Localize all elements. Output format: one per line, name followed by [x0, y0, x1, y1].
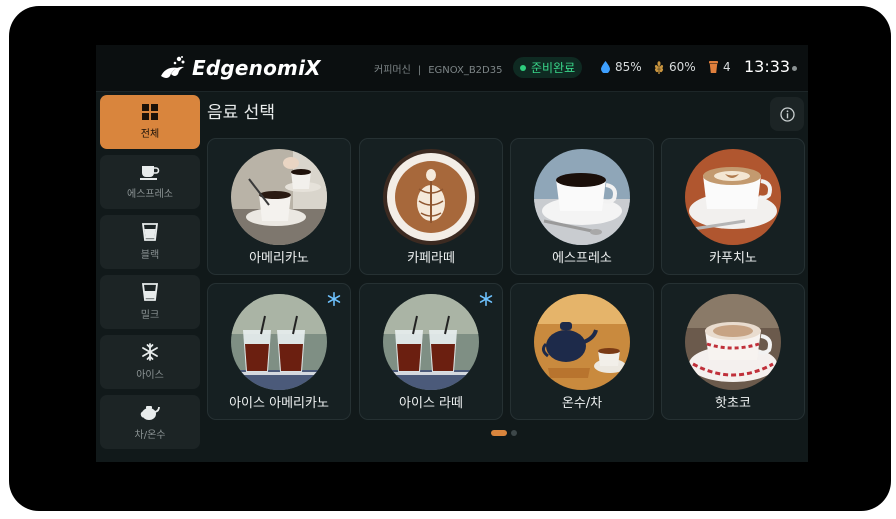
drink-name: 핫초코: [715, 396, 751, 411]
sidebar-item-label: 에스프레소: [127, 189, 173, 200]
sidebar-item-label: 블랙: [140, 250, 160, 261]
hot-chocolate-image: [685, 294, 781, 390]
device-type: 커피머신: [374, 65, 411, 76]
drink-card-cappuccino[interactable]: 카푸치노: [661, 138, 805, 275]
water-level: 85%: [601, 60, 642, 74]
cup-icon: [709, 61, 718, 73]
iced-snowflake-icon: [327, 292, 341, 306]
iced-latte-image: [383, 294, 479, 390]
drink-name: 카페라떼: [407, 251, 455, 266]
drink-card-iced-americano[interactable]: 아이스 아메리카노: [207, 283, 351, 420]
sidebar-item-label: 전체: [140, 129, 160, 140]
cup-count-value: 4: [723, 60, 731, 74]
cappuccino-image: [685, 149, 781, 245]
drink-name: 에스프레소: [552, 251, 612, 266]
espresso-cup-icon: [140, 166, 160, 180]
info-button[interactable]: [770, 97, 804, 131]
sidebar-item-label: 아이스: [136, 370, 164, 381]
page-dot[interactable]: [511, 430, 517, 436]
bean-level: 60%: [654, 60, 696, 74]
drink-name: 아이스 아메리카노: [229, 396, 329, 411]
cup-count: 4: [709, 60, 731, 74]
teapot-icon: [140, 406, 160, 420]
brand-logo: EdgenomiX: [158, 54, 321, 82]
sidebar-item-label: 밀크: [140, 310, 160, 321]
sidebar-item-tea[interactable]: 차/온수: [100, 395, 200, 449]
drink-name: 카푸치노: [709, 251, 757, 266]
page-dot-active[interactable]: [491, 430, 507, 436]
sidebar-item-espresso[interactable]: 에스프레소: [100, 155, 200, 209]
page-title: 음료 선택: [207, 103, 275, 123]
drink-card-hot-water-tea[interactable]: 온수/차: [510, 283, 654, 420]
drink-name: 아이스 라떼: [399, 396, 463, 411]
bean-level-value: 60%: [669, 60, 696, 74]
milk-cup-icon: [142, 283, 158, 301]
drink-card-cafe-latte[interactable]: 카페라떼: [359, 138, 503, 275]
wheat-icon: [654, 60, 664, 74]
espresso-image: [534, 149, 630, 245]
drink-card-americano[interactable]: 아메리카노: [207, 138, 351, 275]
water-drop-icon: [601, 61, 610, 73]
grid-icon: [142, 104, 158, 120]
drink-card-espresso[interactable]: 에스프레소: [510, 138, 654, 275]
info-icon: [779, 106, 795, 122]
water-level-value: 85%: [615, 60, 642, 74]
americano-image: [231, 149, 327, 245]
device-info: 커피머신 | EGNOX_B2D35: [374, 65, 503, 76]
sidebar-item-all[interactable]: 전체: [100, 95, 200, 149]
status-badge: 준비완료: [513, 57, 583, 78]
page-indicator: [491, 430, 517, 436]
cafe-latte-image: [383, 149, 479, 245]
status-dot-icon: [520, 64, 526, 71]
drink-name: 아메리카노: [249, 251, 309, 266]
device-id: EGNOX_B2D35: [428, 65, 503, 76]
black-cup-icon: [142, 223, 158, 241]
sidebar-item-ice[interactable]: 아이스: [100, 335, 200, 389]
sidebar-item-black[interactable]: 블랙: [100, 215, 200, 269]
snowflake-icon: [142, 343, 158, 361]
drink-name: 온수/차: [561, 396, 603, 411]
more-menu-icon[interactable]: [792, 66, 797, 71]
drink-card-hot-chocolate[interactable]: 핫초코: [661, 283, 805, 420]
top-bar: EdgenomiX 커피머신 | EGNOX_B2D35 준비완료 85% 60…: [96, 45, 808, 92]
brand-name: EdgenomiX: [192, 56, 321, 80]
clock: 13:33: [744, 57, 791, 76]
iced-snowflake-icon: [479, 292, 493, 306]
iced-americano-image: [231, 294, 327, 390]
drink-card-iced-latte[interactable]: 아이스 라떼: [359, 283, 503, 420]
kiosk-screen: EdgenomiX 커피머신 | EGNOX_B2D35 준비완료 85% 60…: [96, 45, 808, 462]
status-text: 준비완료: [531, 61, 576, 75]
tea-image: [534, 294, 630, 390]
coffee-splash-logo-icon: [161, 56, 185, 78]
sidebar-item-label: 차/온수: [134, 430, 166, 441]
sidebar-item-milk[interactable]: 밀크: [100, 275, 200, 329]
